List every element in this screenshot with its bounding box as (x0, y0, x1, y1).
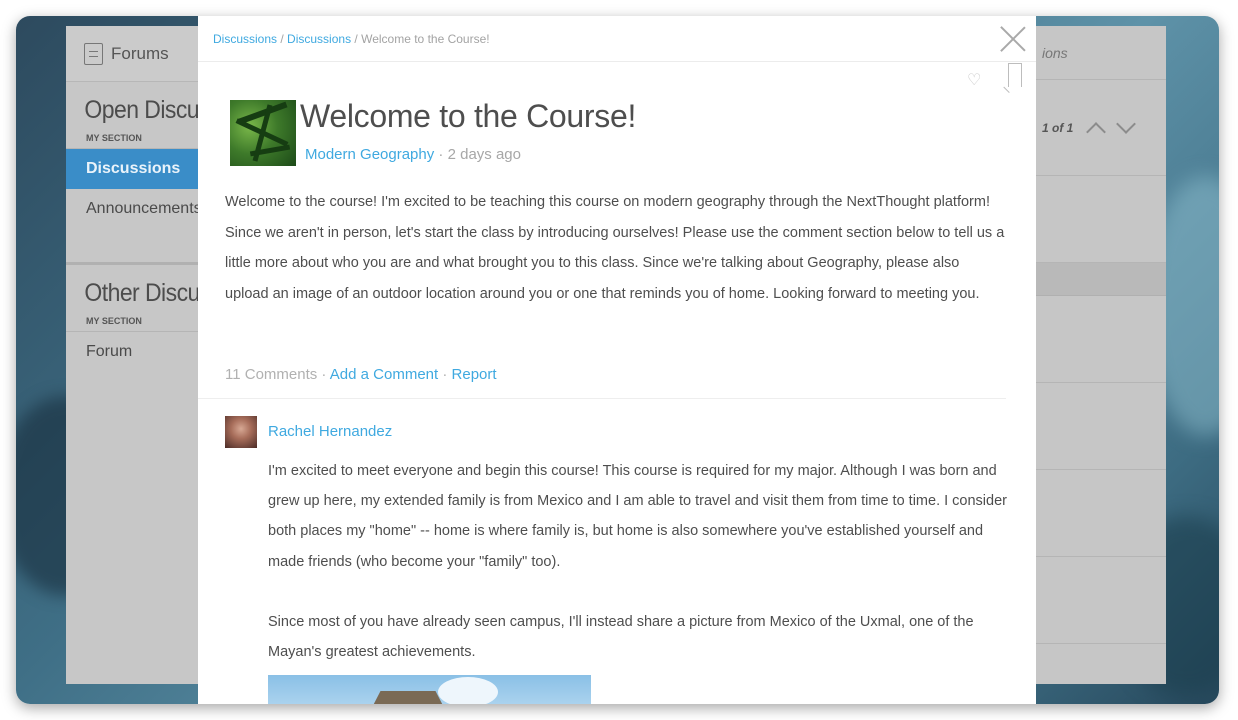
action-separator: · (317, 366, 330, 383)
chevron-down-icon[interactable] (1116, 113, 1137, 134)
sidebar-item-forum[interactable]: Forum (66, 332, 206, 372)
heart-icon[interactable]: ♡ (967, 70, 981, 90)
add-comment-link[interactable]: Add a Comment (330, 366, 438, 383)
group-title-other-discussions: Other Discussions (84, 279, 206, 307)
forum-document-icon (84, 42, 103, 65)
other-discussions-group: Other Discussions MY SECTION Forum (66, 262, 206, 372)
close-icon[interactable] (1000, 26, 1026, 52)
section-label: MY SECTION (66, 125, 206, 149)
forums-sidebar: Forums Open Discussions MY SECTION Discu… (66, 26, 206, 684)
breadcrumb-separator: / (351, 32, 362, 46)
breadcrumb-link[interactable]: Discussions (213, 32, 277, 46)
forums-header[interactable]: Forums (66, 26, 206, 82)
comment-paragraph: Since most of you have already seen camp… (268, 613, 974, 661)
comment-paragraph: I'm excited to meet everyone and begin t… (268, 463, 1007, 570)
topic-actions: 11 Comments · Add a Comment · Report (225, 366, 497, 383)
breadcrumb-link[interactable]: Discussions (287, 32, 351, 46)
chevron-up-icon[interactable] (1086, 121, 1107, 142)
list-divider-band (1036, 263, 1166, 296)
comment-author-link[interactable]: Rachel Hernandez (268, 423, 392, 440)
avatar[interactable] (225, 416, 257, 448)
breadcrumb: Discussions / Discussions / Welcome to t… (198, 16, 1036, 62)
action-separator: · (438, 366, 452, 383)
topic-thumbnail (230, 100, 296, 166)
list-item[interactable] (1036, 470, 1166, 557)
breadcrumb-separator: / (277, 32, 288, 46)
topic-modal: Discussions / Discussions / Welcome to t… (198, 16, 1036, 704)
divider (198, 398, 1006, 399)
image-cloud (438, 677, 498, 704)
topic-title: Welcome to the Course! (300, 98, 637, 134)
comment-count: 11 Comments (225, 366, 318, 383)
comment-image[interactable] (268, 675, 591, 704)
course-link[interactable]: Modern Geography (305, 146, 434, 163)
report-link[interactable]: Report (452, 366, 497, 383)
discussion-list-panel: ions 1 of 1 (1036, 26, 1166, 684)
list-item[interactable] (1036, 296, 1166, 383)
forums-title: Forums (111, 43, 169, 63)
breadcrumb-current: Welcome to the Course! (361, 32, 490, 46)
topic-body: Welcome to the course! I'm excited to be… (225, 194, 1005, 302)
section-label: MY SECTION (66, 308, 206, 332)
comment-body: I'm excited to meet everyone and begin t… (268, 456, 1008, 667)
topic-meta: Modern Geography · 2 days ago (305, 146, 521, 163)
post-time: 2 days ago (447, 146, 521, 163)
bookmark-icon[interactable] (1008, 63, 1022, 87)
pager: 1 of 1 (1036, 80, 1166, 176)
sidebar-item-discussions[interactable]: Discussions (66, 149, 206, 189)
pager-count: 1 of 1 (1042, 120, 1074, 135)
meta-separator: · (434, 146, 448, 163)
list-item[interactable] (1036, 383, 1166, 470)
sidebar-item-announcements[interactable]: Announcements (66, 189, 206, 229)
list-item[interactable] (1036, 176, 1166, 263)
panel-header: ions (1036, 26, 1166, 80)
list-item[interactable] (1036, 557, 1166, 644)
group-title-open-discussions: Open Discussions (84, 96, 206, 124)
app-window: Forums Open Discussions MY SECTION Discu… (16, 16, 1219, 704)
